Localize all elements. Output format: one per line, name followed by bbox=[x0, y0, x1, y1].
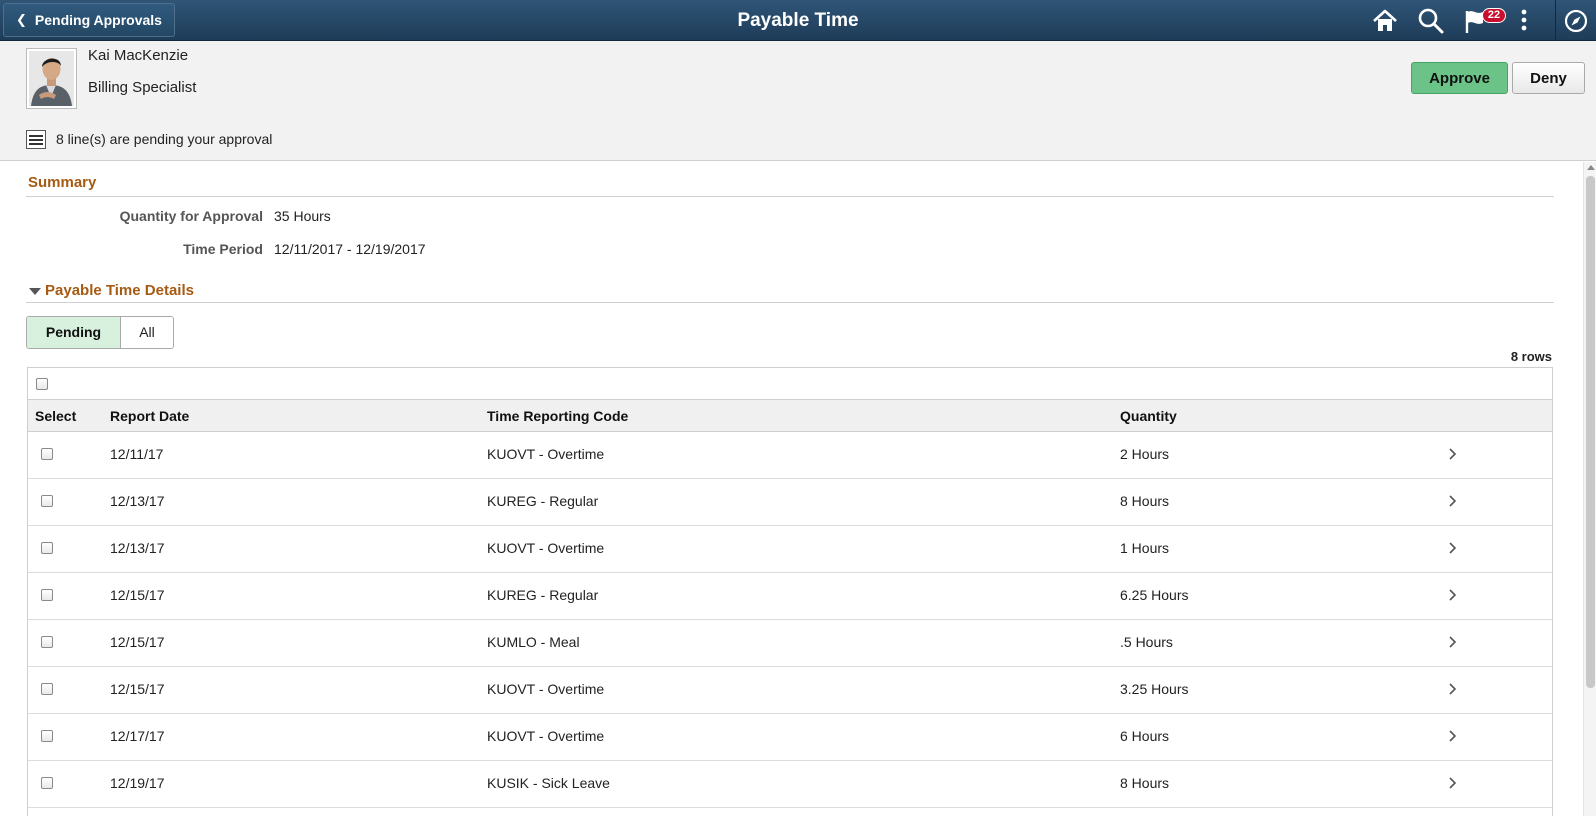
segment-all[interactable]: All bbox=[121, 317, 173, 348]
time-reporting-code-cell: KUMLO - Meal bbox=[487, 634, 580, 650]
report-date-cell: 12/11/17 bbox=[110, 446, 164, 462]
time-reporting-code-cell: KUOVT - Overtime bbox=[487, 728, 605, 744]
report-date-cell: 12/15/17 bbox=[110, 634, 165, 650]
table-row[interactable]: 12/15/17 KUOVT - Overtime 3.25 Hours bbox=[28, 667, 1552, 714]
row-select-checkbox[interactable] bbox=[41, 589, 53, 601]
summary-divider bbox=[26, 196, 1554, 197]
table-row[interactable]: 12/13/17 KUOVT - Overtime 1 Hours bbox=[28, 526, 1552, 573]
row-select-checkbox[interactable] bbox=[41, 683, 53, 695]
chevron-right-icon[interactable] bbox=[1448, 681, 1458, 697]
chevron-right-icon[interactable] bbox=[1448, 493, 1458, 509]
employee-photo bbox=[29, 51, 74, 106]
payable-time-grid: Select Report Date Time Reporting Code Q… bbox=[27, 367, 1553, 816]
table-row[interactable]: 12/17/17 KUOVT - Overtime 6 Hours bbox=[28, 714, 1552, 761]
summary-section-title: Summary bbox=[28, 174, 97, 191]
table-row[interactable]: 12/11/17 KUOVT - Overtime 2 Hours bbox=[28, 432, 1552, 479]
row-select-checkbox[interactable] bbox=[41, 448, 53, 460]
details-divider bbox=[26, 302, 1554, 303]
quantity-cell: 6.25 Hours bbox=[1120, 587, 1189, 603]
time-reporting-code-cell: KUREG - Regular bbox=[487, 587, 599, 603]
quantity-cell: 1 Hours bbox=[1120, 540, 1170, 556]
time-period-label: Time Period bbox=[183, 241, 263, 257]
back-button[interactable]: ❮ Pending Approvals bbox=[3, 3, 175, 37]
employee-job-title: Billing Specialist bbox=[88, 79, 197, 96]
time-reporting-code-cell: KUOVT - Overtime bbox=[487, 681, 605, 697]
navbar-separator bbox=[1555, 0, 1556, 41]
select-all-checkbox[interactable] bbox=[36, 378, 48, 390]
quantity-cell: 8 Hours bbox=[1120, 775, 1170, 791]
column-header-time-reporting-code[interactable]: Time Reporting Code bbox=[487, 408, 628, 424]
kebab-menu-icon[interactable] bbox=[1514, 6, 1544, 36]
table-row[interactable]: 12/15/17 KUREG - Regular 6.25 Hours bbox=[28, 573, 1552, 620]
grid-header-row: Select Report Date Time Reporting Code Q… bbox=[28, 400, 1552, 432]
row-select-checkbox[interactable] bbox=[41, 542, 53, 554]
grid-toolbar bbox=[28, 368, 1552, 400]
time-reporting-code-cell: KUSIK - Sick Leave bbox=[487, 775, 610, 791]
pending-lines-message: 8 line(s) are pending your approval bbox=[56, 131, 273, 147]
back-button-label: Pending Approvals bbox=[34, 12, 162, 28]
report-date-cell: 12/13/17 bbox=[110, 493, 165, 509]
time-reporting-code-cell: KUREG - Regular bbox=[487, 493, 599, 509]
time-period-value: 12/11/2017 - 12/19/2017 bbox=[274, 241, 426, 257]
scrollbar-thumb[interactable] bbox=[1586, 176, 1595, 688]
avatar bbox=[26, 48, 77, 109]
row-select-checkbox[interactable] bbox=[41, 636, 53, 648]
report-date-cell: 12/17/17 bbox=[110, 728, 165, 744]
collapse-triangle-icon[interactable] bbox=[29, 288, 41, 295]
table-row[interactable]: 12/13/17 KUREG - Regular 8 Hours bbox=[28, 479, 1552, 526]
chevron-right-icon[interactable] bbox=[1448, 540, 1458, 556]
quantity-cell: 2 Hours bbox=[1120, 446, 1170, 462]
compass-icon[interactable] bbox=[1562, 6, 1592, 36]
chevron-right-icon[interactable] bbox=[1448, 587, 1458, 603]
chevron-right-icon[interactable] bbox=[1448, 728, 1458, 744]
table-row[interactable]: 12/15/17 KUMLO - Meal .5 Hours bbox=[28, 620, 1552, 667]
chevron-left-icon: ❮ bbox=[16, 12, 27, 27]
report-date-cell: 12/15/17 bbox=[110, 681, 165, 697]
chevron-right-icon[interactable] bbox=[1448, 446, 1458, 462]
home-icon[interactable] bbox=[1370, 6, 1400, 36]
chevron-right-icon[interactable] bbox=[1448, 775, 1458, 791]
quantity-cell: 3.25 Hours bbox=[1120, 681, 1189, 697]
column-header-quantity[interactable]: Quantity bbox=[1120, 408, 1177, 424]
time-reporting-code-cell: KUOVT - Overtime bbox=[487, 446, 605, 462]
report-date-cell: 12/15/17 bbox=[110, 587, 165, 603]
report-date-cell: 12/19/17 bbox=[110, 775, 165, 791]
column-header-report-date[interactable]: Report Date bbox=[110, 408, 189, 424]
approve-button[interactable]: Approve bbox=[1411, 62, 1508, 94]
page-title: Payable Time bbox=[737, 10, 859, 31]
quantity-cell: 8 Hours bbox=[1120, 493, 1170, 509]
column-header-select: Select bbox=[35, 408, 77, 424]
table-row[interactable]: 12/19/17 KUSIK - Sick Leave 8 Hours bbox=[28, 761, 1552, 808]
chevron-right-icon[interactable] bbox=[1448, 634, 1458, 650]
payable-time-details-title[interactable]: Payable Time Details bbox=[45, 282, 194, 299]
scroll-up-arrow-icon[interactable] bbox=[1587, 165, 1595, 170]
vertical-scrollbar[interactable] bbox=[1583, 162, 1596, 816]
search-icon[interactable] bbox=[1416, 6, 1446, 36]
employee-header: Kai MacKenzie Billing Specialist Approve… bbox=[0, 41, 1596, 161]
quantity-for-approval-value: 35 Hours bbox=[274, 208, 331, 224]
quantity-cell: 6 Hours bbox=[1120, 728, 1170, 744]
row-select-checkbox[interactable] bbox=[41, 495, 53, 507]
top-navigation-bar: ❮ Pending Approvals Payable Time 22 bbox=[0, 0, 1596, 41]
quantity-cell: .5 Hours bbox=[1120, 634, 1173, 650]
quantity-for-approval-label: Quantity for Approval bbox=[119, 208, 263, 224]
rows-count: 8 rows bbox=[1510, 349, 1552, 364]
row-select-checkbox[interactable] bbox=[41, 777, 53, 789]
notification-count-badge: 22 bbox=[1482, 8, 1506, 23]
row-select-checkbox[interactable] bbox=[41, 730, 53, 742]
segment-pending[interactable]: Pending bbox=[27, 317, 121, 348]
employee-name: Kai MacKenzie bbox=[88, 47, 189, 64]
status-segmented-control: Pending All bbox=[26, 316, 174, 349]
deny-button[interactable]: Deny bbox=[1512, 62, 1585, 94]
time-reporting-code-cell: KUOVT - Overtime bbox=[487, 540, 605, 556]
report-date-cell: 12/13/17 bbox=[110, 540, 165, 556]
list-toggle-icon[interactable] bbox=[26, 130, 46, 149]
